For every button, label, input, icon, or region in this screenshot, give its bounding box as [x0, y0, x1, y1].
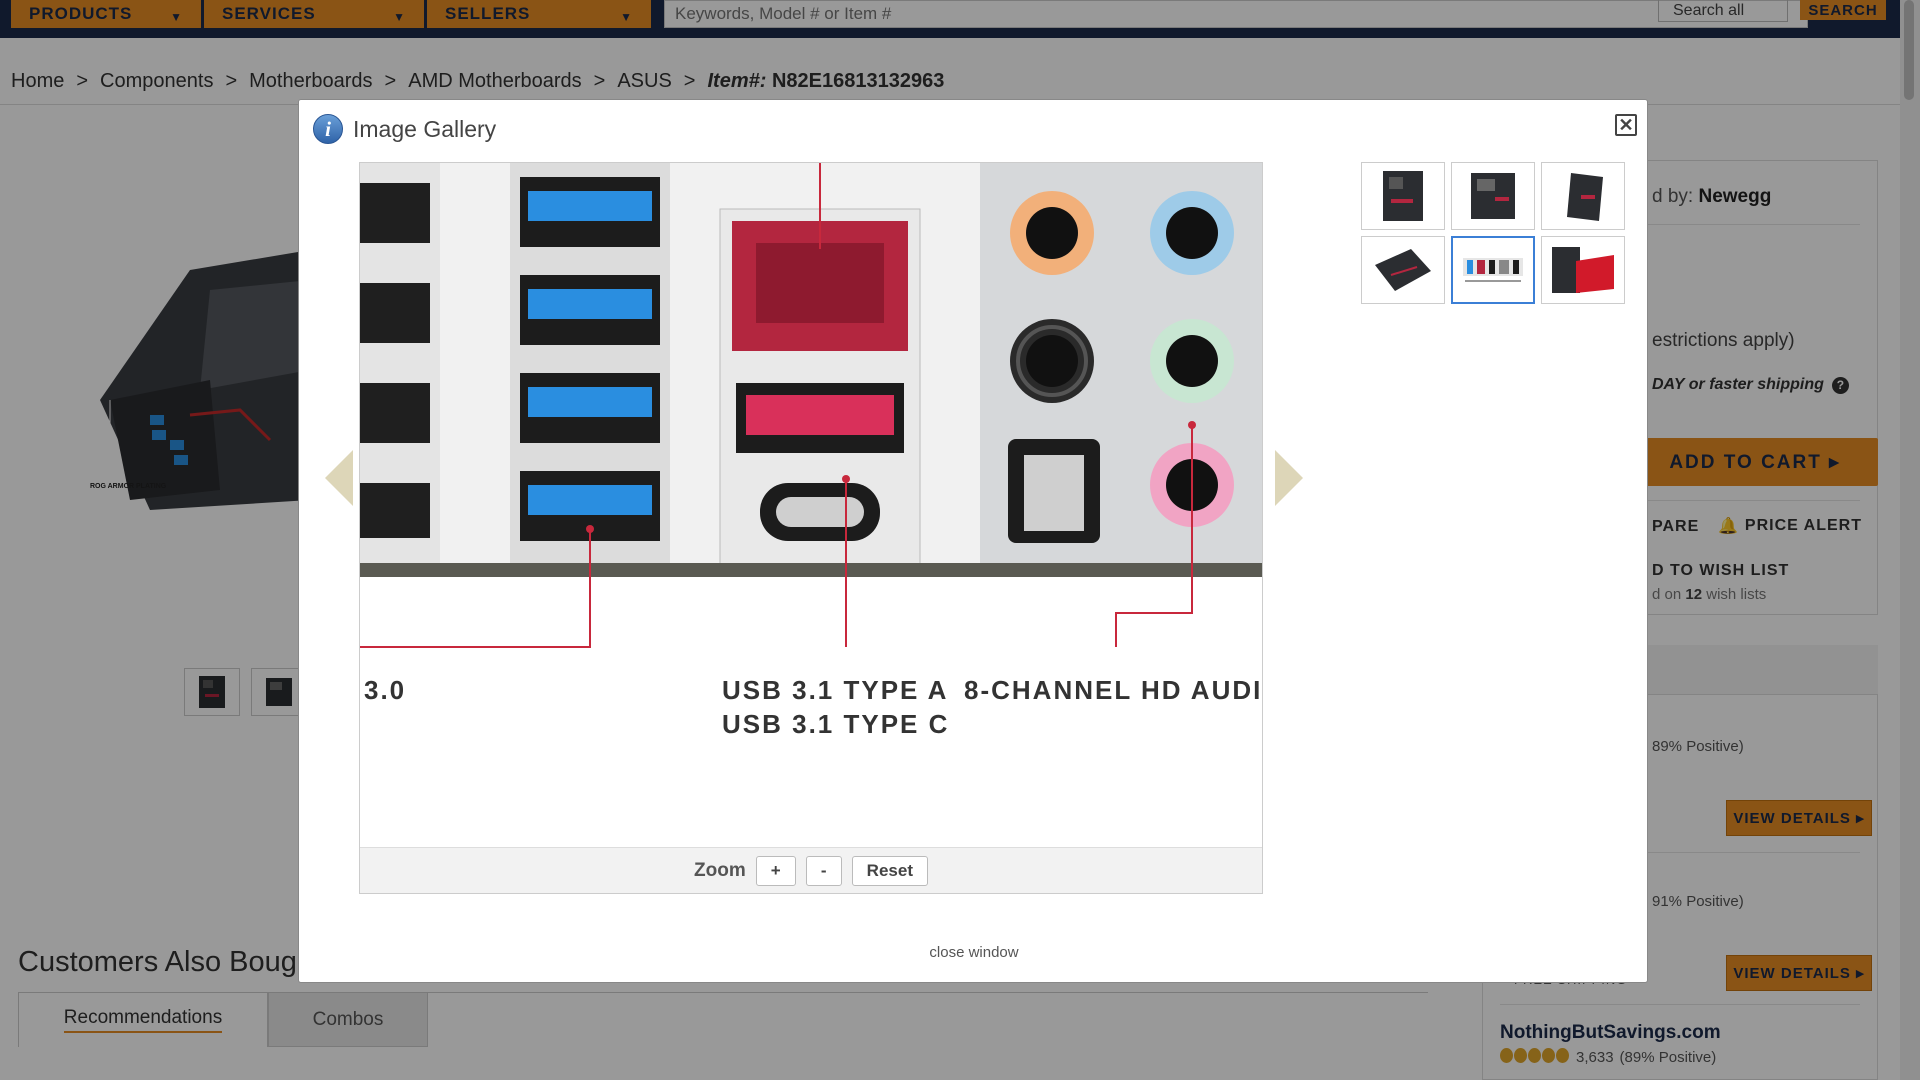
info-icon: i	[313, 114, 343, 144]
gallery-thumbnail-6[interactable]	[1541, 236, 1625, 304]
label-audio: 8-CHANNEL HD AUDIO	[964, 675, 1262, 705]
zoom-controls: Zoom + - Reset	[360, 847, 1262, 893]
label-usb30: 3.0	[364, 675, 406, 705]
modal-title: Image Gallery	[353, 115, 497, 142]
gallery-thumbnail-3[interactable]	[1541, 162, 1625, 230]
gallery-thumbnail-2[interactable]	[1451, 162, 1535, 230]
modal-header: i Image Gallery	[313, 114, 496, 144]
gallery-thumbnail-4[interactable]	[1361, 236, 1445, 304]
zoom-out-button[interactable]: -	[805, 855, 842, 886]
gallery-main-image[interactable]: 3.0 USB 3.1 TYPE A USB 3.1 TYPE C 8-CHAN…	[360, 163, 1262, 847]
gallery-viewer: 3.0 USB 3.1 TYPE A USB 3.1 TYPE C 8-CHAN…	[359, 162, 1263, 894]
close-icon[interactable]: ✕	[1615, 114, 1637, 136]
zoom-in-button[interactable]: +	[755, 855, 796, 886]
image-gallery-modal: i Image Gallery ✕ 3.0 USB 3.1 TYPE A USB…	[298, 99, 1648, 983]
reset-zoom-button[interactable]: Reset	[851, 855, 928, 886]
gallery-thumbnail-1[interactable]	[1361, 162, 1445, 230]
zoom-label: Zoom	[694, 859, 746, 881]
gallery-thumbnail-5[interactable]	[1451, 236, 1535, 304]
close-window-link[interactable]: close window	[299, 944, 1649, 961]
label-usb31-type-a: USB 3.1 TYPE A	[722, 675, 948, 705]
next-image-arrow-icon[interactable]	[1275, 450, 1303, 506]
previous-image-arrow-icon[interactable]	[325, 450, 353, 506]
label-usb31-type-c: USB 3.1 TYPE C	[722, 709, 949, 739]
